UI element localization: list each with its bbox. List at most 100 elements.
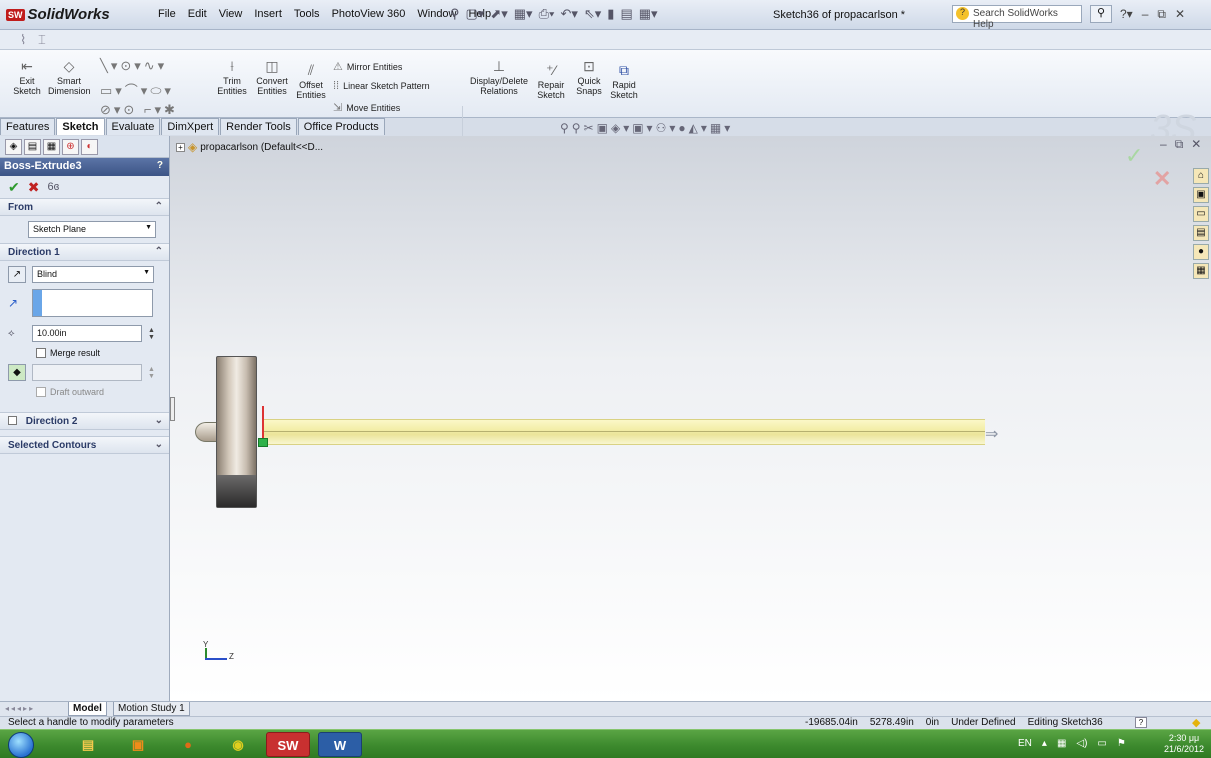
- tab-model[interactable]: Model: [68, 702, 107, 716]
- help-icon[interactable]: ?: [157, 160, 163, 171]
- smart-dimension-button[interactable]: ◇ Smart Dimension: [48, 58, 91, 96]
- home-icon[interactable]: ⌂: [1193, 168, 1209, 184]
- mirror-entities-button[interactable]: ⚠ Mirror Entities: [333, 60, 402, 73]
- collapse-icon[interactable]: ⌃: [155, 246, 163, 257]
- offset-entities-button[interactable]: ⫽ Offset Entities: [294, 62, 328, 100]
- tab-dimxpert[interactable]: DimXpert: [161, 118, 220, 135]
- merge-result-checkbox[interactable]: Merge result: [36, 348, 161, 358]
- menu-photoview[interactable]: PhotoView 360: [326, 8, 412, 20]
- view-palette-icon[interactable]: ▤: [1193, 225, 1209, 241]
- language-indicator[interactable]: EN: [1018, 738, 1032, 749]
- direction1-group-header[interactable]: Direction 1 ⌃: [0, 243, 169, 261]
- print-icon[interactable]: ⎙▾: [539, 6, 555, 22]
- tab-features[interactable]: Features: [0, 118, 56, 135]
- network-icon[interactable]: ▦: [1057, 738, 1066, 749]
- file-explorer-icon[interactable]: ▭: [1193, 206, 1209, 222]
- move-entities-button[interactable]: ⇲ Move Entities: [333, 101, 400, 114]
- tab-render-tools[interactable]: Render Tools: [220, 118, 297, 135]
- start-button[interactable]: [8, 732, 34, 758]
- menu-insert[interactable]: Insert: [248, 8, 288, 20]
- minimize-doc-icon[interactable]: –: [1160, 137, 1167, 152]
- expand-icon[interactable]: ⌄: [155, 439, 163, 450]
- display-delete-relations-button[interactable]: ⊥ Display/Delete Relations: [470, 58, 528, 96]
- trim-entities-button[interactable]: ⟊ Trim Entities: [214, 58, 250, 96]
- options-icon[interactable]: ▦▾: [639, 6, 658, 22]
- media-player-taskbar-icon[interactable]: ▣: [116, 732, 160, 757]
- rectangle-arc-polygon-tools[interactable]: ▭▾⌒▾⬭▾: [100, 80, 174, 99]
- direction-arrow-handle[interactable]: ⇒: [985, 424, 998, 444]
- reverse-direction-icon[interactable]: ↗: [8, 266, 26, 283]
- exit-sketch-button[interactable]: ⇤ Exit Sketch: [12, 58, 42, 96]
- tab-office-products[interactable]: Office Products: [297, 118, 385, 135]
- design-library-icon[interactable]: ▣: [1193, 187, 1209, 203]
- feature-manager-tab-icon[interactable]: ◈: [5, 139, 22, 155]
- tab-sketch[interactable]: Sketch: [56, 118, 105, 135]
- tray-expand-icon[interactable]: ▴: [1042, 738, 1047, 749]
- status-help-icon[interactable]: ?: [1135, 717, 1147, 728]
- end-condition-select[interactable]: Blind ▼: [32, 266, 154, 283]
- expand-icon[interactable]: ⌄: [155, 415, 163, 426]
- solidworks-taskbar-icon[interactable]: SW: [266, 732, 310, 757]
- rebuild-icon[interactable]: ▮: [607, 6, 614, 22]
- custom-properties-icon[interactable]: ▦: [1193, 263, 1209, 279]
- heads-up-view-toolbar[interactable]: ⚲⚲✂▣◈▾▣▾⚇▾●◭▾▦▾: [560, 121, 733, 135]
- ok-button[interactable]: ✔: [8, 179, 20, 195]
- open-icon[interactable]: ⬈▾: [490, 6, 507, 22]
- tab-scroll-arrows[interactable]: ◂◂◂▸▸: [5, 704, 35, 713]
- menu-tools[interactable]: Tools: [288, 8, 326, 20]
- direction2-checkbox[interactable]: [8, 416, 17, 425]
- word-taskbar-icon[interactable]: W: [318, 732, 362, 757]
- close-icon[interactable]: ✕: [1175, 7, 1185, 22]
- depth-input[interactable]: 10.00in: [32, 325, 142, 342]
- clock[interactable]: 2:30 μμ 21/6/2012: [1164, 733, 1204, 755]
- restore-icon[interactable]: ⧉: [1157, 7, 1166, 22]
- expand-icon[interactable]: +: [176, 142, 185, 152]
- file-properties-icon[interactable]: ▤: [620, 6, 632, 22]
- confirm-corner-ok-icon[interactable]: ✓: [1125, 143, 1143, 169]
- point-fillet-tools[interactable]: ⊘▾⊙ ⌐▾✱: [100, 102, 178, 118]
- quick-snaps-button[interactable]: ⊡ Quick Snaps: [574, 58, 604, 96]
- selected-contours-group-header[interactable]: Selected Contours ⌄: [0, 436, 169, 454]
- action-center-icon[interactable]: ⚑: [1117, 738, 1126, 749]
- repair-sketch-button[interactable]: ⁺⁄ Repair Sketch: [536, 62, 566, 100]
- from-select[interactable]: Sketch Plane ▼: [28, 221, 156, 238]
- explorer-taskbar-icon[interactable]: ▤: [66, 732, 110, 757]
- depth-spinner[interactable]: ▲ ▼: [148, 327, 155, 341]
- rebuild-lightbulb-icon[interactable]: ◆: [1192, 716, 1200, 729]
- save-icon[interactable]: ▦▾: [514, 6, 533, 22]
- undo-icon[interactable]: ↶▾: [560, 6, 577, 22]
- chrome-taskbar-icon[interactable]: ◉: [216, 732, 260, 757]
- minimize-icon[interactable]: –: [1142, 7, 1149, 22]
- direction-selection-box[interactable]: [32, 289, 153, 317]
- smart-dimension-small-icon[interactable]: ⌶: [38, 32, 46, 48]
- pin-icon[interactable]: ⚲: [450, 6, 460, 22]
- tab-motion-study[interactable]: Motion Study 1: [113, 702, 190, 716]
- search-input[interactable]: ? Search SolidWorks Help: [952, 5, 1082, 30]
- menu-edit[interactable]: Edit: [182, 8, 213, 20]
- solidworks-logo[interactable]: SW SolidWorks: [6, 6, 110, 23]
- menu-view[interactable]: View: [213, 8, 249, 20]
- detailed-preview-icon[interactable]: 6ɞ: [47, 179, 59, 195]
- display-icon[interactable]: ▭: [1097, 738, 1106, 749]
- tab-evaluate[interactable]: Evaluate: [105, 118, 161, 135]
- restore-doc-icon[interactable]: ⧉: [1175, 137, 1184, 152]
- firefox-taskbar-icon[interactable]: ●: [166, 732, 210, 757]
- appearances-icon[interactable]: ●: [1193, 244, 1209, 260]
- rapid-sketch-button[interactable]: ⧉ Rapid Sketch: [608, 62, 640, 100]
- search-button[interactable]: ⚲: [1090, 5, 1112, 23]
- menu-file[interactable]: File: [152, 8, 182, 20]
- feature-tree-flyout[interactable]: + ◈ propacarlson (Default<<D...: [176, 140, 323, 154]
- convert-entities-button[interactable]: ◫ Convert Entities: [252, 58, 292, 96]
- volume-icon[interactable]: ◁): [1076, 738, 1087, 749]
- configuration-manager-tab-icon[interactable]: ▦: [43, 139, 60, 155]
- new-document-icon[interactable]: ▢▾: [466, 6, 485, 22]
- help-dropdown-icon[interactable]: ?▾: [1120, 7, 1133, 22]
- cancel-button[interactable]: ✖: [28, 179, 40, 195]
- draft-toggle-icon[interactable]: ◆: [8, 364, 26, 381]
- sketch-icon[interactable]: ⌇: [20, 32, 26, 48]
- direction2-group-header[interactable]: Direction 2 ⌄: [0, 412, 169, 430]
- dimxpert-manager-tab-icon[interactable]: ⊕: [62, 139, 79, 155]
- display-manager-tab-icon[interactable]: ◐: [81, 139, 98, 155]
- select-icon[interactable]: ⇖▾: [584, 6, 601, 22]
- confirm-corner-cancel-icon[interactable]: ✕: [1153, 166, 1171, 192]
